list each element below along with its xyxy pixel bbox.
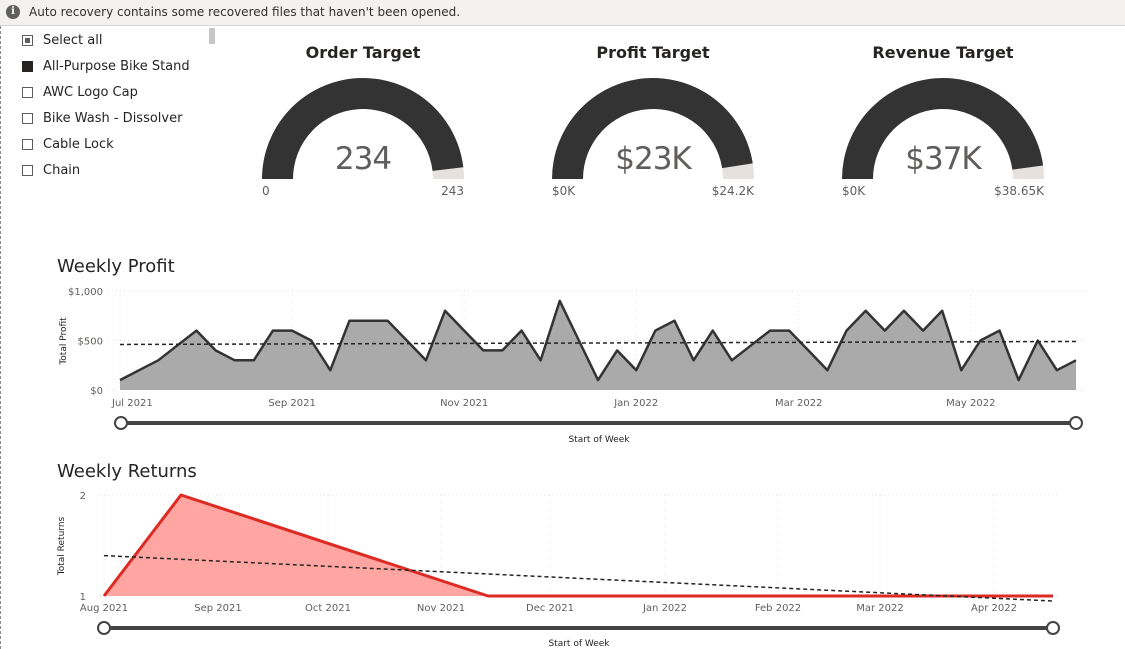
slicer-item-awc-logo-cap[interactable]: AWC Logo Cap [22,81,138,103]
slicer-item-label: Bike Wash - Dissolver [43,110,183,126]
order-target-gauge: Order Target 234 0 243 [243,38,483,208]
x-tick-label: Jul 2021 [111,398,153,409]
x-tick-label: Apr 2022 [971,603,1017,614]
x-tick-label: Nov 2021 [417,603,465,614]
checkbox-checked-icon[interactable] [22,60,33,72]
range-slider-start-handle[interactable] [114,416,128,430]
checkbox-icon[interactable] [22,86,33,98]
x-tick-label: Jan 2022 [642,603,687,614]
gauge-min-label: $0K [552,184,576,198]
gauge-max-label: $24.2K [711,184,754,198]
slicer-item-label: Chain [43,162,81,178]
x-axis-label: Start of Week [548,639,610,649]
y-tick-label: 1 [80,592,86,603]
returns-area [104,495,1053,596]
checkbox-partial-icon[interactable] [22,34,33,46]
gauge-max-label: $38.65K [994,184,1044,198]
y-tick-label: $500 [78,337,103,348]
slicer-item-cable-lock[interactable]: Cable Lock [22,133,114,155]
x-tick-label: Nov 2021 [440,398,488,409]
x-axis-label: Start of Week [568,435,630,445]
slicer-item-label: All-Purpose Bike Stand [43,58,190,74]
x-tick-label: Aug 2021 [80,603,128,614]
slicer-item-all-purpose-bike-stand[interactable]: All-Purpose Bike Stand [22,55,190,77]
gauge-arc [842,77,1044,179]
gauge-value: $37K [905,141,982,177]
x-tick-label: May 2022 [946,398,995,409]
checkbox-icon[interactable] [22,112,33,124]
gauge-min-label: $0K [842,184,866,198]
profit-target-gauge: Profit Target $23K $0K $24.2K [533,38,773,208]
gauge-arc [552,78,754,179]
gauge-value: 234 [334,141,392,177]
x-tick-label: Mar 2022 [775,398,823,409]
slicer-item-label: Cable Lock [43,136,114,152]
gauge-max-label: 243 [441,184,464,198]
x-tick-label: Dec 2021 [526,603,574,614]
notification-message: Auto recovery contains some recovered fi… [29,5,461,19]
checkbox-icon[interactable] [22,138,33,150]
x-tick-label: Mar 2022 [856,603,904,614]
notification-bar: i Auto recovery contains some recovered … [0,0,1125,26]
slicer-item-chain[interactable]: Chain [22,159,80,181]
weekly-profit-chart: $0 $500 $1,000 Jul 2021 Sep 2021 Nov 2021 Jan … [59,287,1086,445]
y-tick-label: $0 [90,386,103,397]
product-slicer: Select all All-Purpose Bike Stand AWC Lo… [22,30,218,190]
x-tick-label: Sep 2021 [194,603,241,614]
slicer-scrollbar[interactable] [209,28,215,44]
range-slider-end-handle[interactable] [1069,416,1083,430]
x-tick-label: Sep 2021 [268,398,315,409]
gauge-value: $23K [615,141,692,177]
y-tick-label: $1,000 [68,287,103,298]
x-tick-label: Feb 2022 [755,603,801,614]
x-tick-label: Jan 2022 [613,398,658,409]
range-slider-start-handle[interactable] [97,621,111,635]
y-tick-label: 2 [80,491,86,502]
range-slider-end-handle[interactable] [1046,621,1060,635]
info-icon: i [6,5,20,19]
y-axis-label: Total Returns [57,516,67,576]
slicer-item-label: AWC Logo Cap [43,84,138,100]
slicer-item-bike-wash-dissolver[interactable]: Bike Wash - Dissolver [22,107,182,129]
weekly-returns-chart: 1 2 Aug 2021 Sep 2021 Oct 2021 Nov 2021 Dec 20… [57,491,1060,649]
gauge-arc [262,78,464,179]
gauge-min-label: 0 [262,184,270,198]
revenue-target-gauge: Revenue Target $37K $0K $38.65K [823,38,1063,208]
slicer-item-label: Select all [43,32,103,48]
slicer-item-select-all[interactable]: Select all [22,29,102,51]
y-axis-label: Total Profit [59,317,69,366]
x-tick-label: Oct 2021 [305,603,351,614]
checkbox-icon[interactable] [22,164,33,176]
